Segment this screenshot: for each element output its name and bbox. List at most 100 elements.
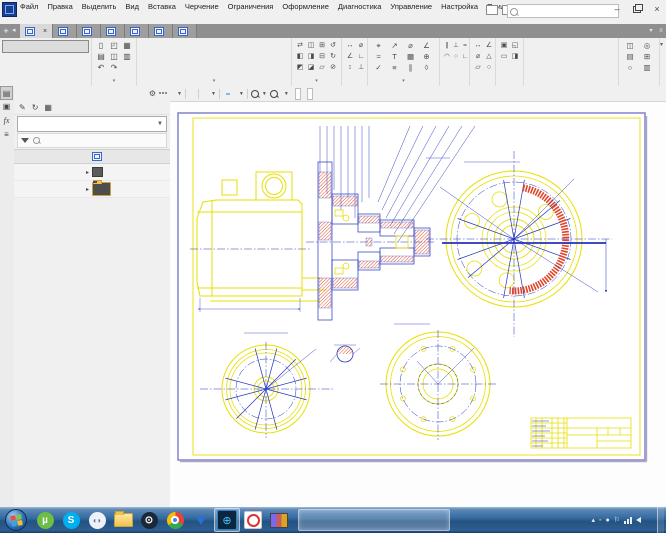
diagnostics-tool-icon[interactable]: ▱ — [473, 63, 483, 73]
chevron-down-icon[interactable]: ▼ — [262, 91, 267, 97]
action-center-flag-icon[interactable]: ⚐ — [614, 516, 620, 524]
winrar-icon[interactable] — [266, 508, 292, 532]
restore-button[interactable] — [632, 3, 642, 15]
menu-item[interactable]: Файл — [20, 2, 38, 11]
system-tool-icon[interactable]: ↶ — [95, 63, 107, 73]
line-style-combo[interactable]: ▼ — [17, 116, 167, 132]
tool-chamfer[interactable] — [252, 40, 291, 51]
running-window-button[interactable] — [298, 509, 450, 531]
diagnostics-tool-icon[interactable]: ○ — [484, 63, 494, 73]
command-search[interactable] — [507, 4, 619, 18]
tab-options-icon[interactable]: ≡ — [656, 24, 666, 38]
menu-item[interactable]: Вставка — [148, 2, 176, 11]
tab-document-1[interactable]: × — [20, 24, 53, 38]
system-tool-icon[interactable]: ↷ — [108, 63, 120, 73]
designation-tool-icon[interactable]: Т — [387, 52, 402, 62]
tool-autoline[interactable] — [140, 40, 193, 51]
system-tool-icon[interactable]: ◰ — [108, 41, 120, 51]
tree-item-layers[interactable]: ▸ — [14, 181, 170, 198]
designation-tool-icon[interactable]: ⊕ — [419, 52, 434, 62]
refresh-icon[interactable]: ↻ — [32, 103, 39, 112]
designation-tool-icon[interactable]: ∥ — [403, 63, 418, 73]
system-tool-icon[interactable]: ▯ — [95, 41, 107, 51]
zoom-magnifier-icon[interactable] — [251, 90, 259, 98]
tab-list-icon[interactable]: ▾ — [646, 24, 656, 38]
tool-fillet[interactable] — [252, 51, 291, 62]
exchange-tool-icon[interactable]: ○ — [622, 63, 638, 73]
tree-item-macro[interactable]: ▸ — [14, 164, 170, 181]
chrome-icon[interactable] — [162, 508, 188, 532]
constraint-tool-icon[interactable]: = — [461, 41, 469, 51]
menu-item[interactable]: Вид — [125, 2, 139, 11]
edit-tool-icon[interactable]: ▱ — [317, 63, 327, 73]
diagnostics-tool-icon[interactable]: △ — [484, 52, 494, 62]
insert-tool-icon[interactable]: ◨ — [510, 52, 520, 62]
volume-icon[interactable] — [636, 517, 641, 523]
drawing-canvas[interactable] — [170, 102, 666, 507]
flatten-icon[interactable]: ✎ — [19, 103, 26, 112]
mode-management[interactable] — [2, 54, 89, 65]
show-desktop-button[interactable] — [657, 507, 664, 533]
discord-icon[interactable]: ◖◗ — [84, 508, 110, 532]
filter-funnel-icon[interactable] — [21, 138, 29, 143]
tool-offset-object[interactable] — [526, 40, 576, 52]
tool-construction-line[interactable] — [196, 62, 249, 73]
explorer-icon[interactable] — [110, 508, 136, 532]
designation-tool-icon[interactable]: ↗ — [387, 41, 402, 51]
utorrent-icon[interactable]: µ — [32, 508, 58, 532]
chevron-down-icon[interactable]: ▼ — [177, 91, 182, 97]
edit-tool-icon[interactable]: ↺ — [328, 41, 338, 51]
tool-arc[interactable] — [196, 51, 249, 62]
expander-icon[interactable]: ▸ — [86, 186, 89, 193]
ribbon-collapse-icon[interactable]: ▾ — [660, 41, 663, 48]
tab-document-4[interactable] — [101, 24, 125, 38]
dimension-tool-icon[interactable]: ⌀ — [356, 41, 366, 51]
dimension-tool-icon[interactable]: ∠ — [345, 52, 355, 62]
y-coordinate-field[interactable] — [307, 88, 313, 100]
tool-circle[interactable] — [196, 40, 249, 51]
menu-item[interactable]: Оформление — [282, 2, 329, 11]
ortho-mode-icon[interactable] — [226, 93, 230, 95]
tab-document-2[interactable] — [53, 24, 77, 38]
tab-close-icon[interactable]: × — [43, 28, 47, 35]
designation-tool-icon[interactable]: ◊ — [419, 63, 434, 73]
tool-contour-two-contours[interactable] — [578, 52, 618, 64]
app-logo-icon[interactable] — [2, 2, 17, 17]
edit-tool-icon[interactable]: ◫ — [306, 41, 316, 51]
minimize-button[interactable]: – — [612, 3, 622, 15]
tab-document-5[interactable] — [125, 24, 149, 38]
kompas-taskbar-icon[interactable]: ⊕ — [214, 508, 240, 532]
exchange-tool-icon[interactable]: ▥ — [639, 63, 655, 73]
diagnostics-tool-icon[interactable]: ↔ — [473, 41, 483, 51]
edit-tool-icon[interactable]: ◪ — [306, 63, 316, 73]
designation-tool-icon[interactable]: ⌀ — [403, 41, 418, 51]
constraint-tool-icon[interactable]: ∥ — [443, 41, 451, 51]
dimension-tool-icon[interactable]: ∟ — [356, 52, 366, 62]
exchange-tool-icon[interactable]: ⊞ — [639, 52, 655, 62]
network-icon[interactable] — [624, 517, 632, 524]
tree-panel-icon[interactable]: ▤ — [0, 86, 13, 100]
new-tab-button[interactable]: + — [0, 24, 12, 38]
image-icon[interactable]: ▦ — [44, 103, 52, 112]
mode-standard-parts[interactable] — [2, 66, 89, 77]
tool-select-dimensions[interactable] — [526, 52, 576, 64]
designation-tool-icon[interactable]: ∠ — [419, 41, 434, 51]
menu-item[interactable]: Правка — [47, 2, 72, 11]
heart-app-icon[interactable]: ♥ — [188, 508, 214, 532]
edit-tool-icon[interactable]: ⊟ — [317, 52, 327, 62]
antivirus-tray-icon[interactable]: ▪ — [599, 517, 601, 524]
clipboard-icon[interactable]: ▣ — [0, 100, 13, 114]
edit-tool-icon[interactable]: ⇄ — [295, 41, 305, 51]
tab-document-3[interactable] — [77, 24, 101, 38]
dimension-tool-icon[interactable]: ↔ — [345, 41, 355, 51]
tray-app-icon[interactable]: ● — [605, 517, 609, 524]
system-tool-icon[interactable]: ▦ — [121, 41, 133, 51]
constraint-tool-icon[interactable]: ⊥ — [452, 41, 460, 51]
menu-item[interactable]: Выделить — [82, 2, 117, 11]
diagnostics-tool-icon[interactable]: ∠ — [484, 41, 494, 51]
designation-tool-icon[interactable]: ✓ — [371, 63, 386, 73]
system-tool-icon[interactable]: ◫ — [108, 52, 120, 62]
tool-hatch[interactable] — [252, 62, 291, 73]
chevron-down-icon[interactable]: ▼ — [284, 91, 289, 97]
menu-item[interactable]: Диагностика — [338, 2, 381, 11]
